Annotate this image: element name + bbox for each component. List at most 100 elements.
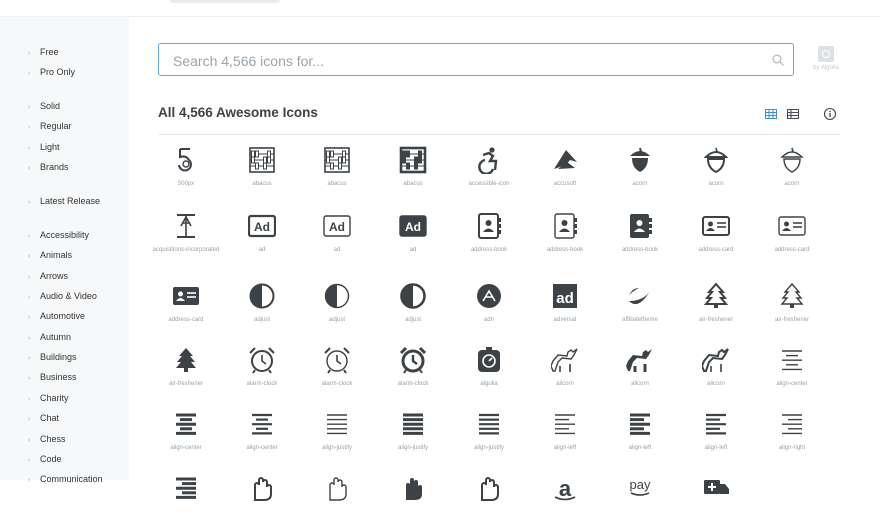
icon-tile[interactable]: affiliatetheme: [602, 274, 678, 340]
sidebar-item[interactable]: › Pro Only: [28, 67, 75, 83]
icon-tile[interactable]: a: [527, 466, 603, 532]
icon-tile[interactable]: align-justify: [451, 402, 527, 468]
icon-tile[interactable]: address-card: [754, 204, 830, 270]
sidebar-item[interactable]: › Brands: [28, 162, 69, 178]
icon-tile[interactable]: address-card: [678, 204, 754, 270]
icon-tile[interactable]: align-justify: [375, 402, 451, 468]
sidebar-item[interactable]: › Arrows: [28, 271, 68, 287]
icon-tile[interactable]: adjust: [299, 274, 375, 340]
adversal-icon: ad: [553, 284, 577, 308]
icon-tile[interactable]: align-center: [148, 402, 224, 468]
icon-search-box[interactable]: [158, 43, 794, 76]
icon-tile[interactable]: align-left: [678, 402, 754, 468]
icon-tile[interactable]: [224, 466, 300, 532]
icon-tile[interactable]: address-book: [451, 204, 527, 270]
icon-tile[interactable]: acorn: [678, 138, 754, 204]
chevron-right-icon: ›: [28, 437, 31, 444]
sidebar-item[interactable]: › Autumn: [28, 332, 71, 348]
info-icon[interactable]: [823, 107, 837, 121]
icon-tile[interactable]: pay: [602, 466, 678, 532]
icon-tile[interactable]: accusoft: [527, 138, 603, 204]
icon-name: address-card: [168, 317, 204, 323]
chevron-right-icon: ›: [28, 50, 31, 57]
icon-tile[interactable]: align-justify: [299, 402, 375, 468]
icon-tile[interactable]: align-left: [602, 402, 678, 468]
sidebar-item[interactable]: › Latest Release: [28, 196, 100, 212]
icon-tile[interactable]: [451, 466, 527, 532]
chevron-right-icon: ›: [28, 233, 31, 240]
sidebar-item[interactable]: › Light: [28, 142, 60, 158]
icon-tile[interactable]: align-center: [224, 402, 300, 468]
sidebar-item[interactable]: › Charity: [28, 393, 69, 409]
sidebar-item[interactable]: › Animals: [28, 250, 72, 266]
icon-tile[interactable]: Ad ad: [375, 204, 451, 270]
icon-tile[interactable]: accessible-icon: [451, 138, 527, 204]
icon-tile[interactable]: Ad ad: [299, 204, 375, 270]
icon-tile[interactable]: 500px: [148, 138, 224, 204]
icon-tile[interactable]: acorn: [602, 138, 678, 204]
icon-tile[interactable]: adn: [451, 274, 527, 340]
icon-tile[interactable]: air-freshener: [678, 274, 754, 340]
sidebar-item[interactable]: › Chat: [28, 413, 59, 429]
icon-tile[interactable]: alicorn: [678, 338, 754, 404]
icon-tile[interactable]: [148, 466, 224, 532]
list-view-icon[interactable]: [786, 107, 800, 121]
sidebar-item-label: Business: [40, 372, 77, 382]
icon-tile[interactable]: align-center: [754, 338, 830, 404]
sidebar-item[interactable]: › Free: [28, 47, 59, 63]
grid-view-icon[interactable]: [764, 107, 778, 121]
icon-tile[interactable]: alarm-clock: [375, 338, 451, 404]
icon-tile[interactable]: acquisitions-incorporated: [148, 204, 224, 270]
icon-tile[interactable]: alarm-clock: [224, 338, 300, 404]
top-bar-tab[interactable]: [170, 0, 280, 3]
icon-tile[interactable]: abacus: [375, 138, 451, 204]
align-justify-icon: [403, 413, 423, 435]
icon-tile[interactable]: algolia: [451, 338, 527, 404]
icon-tile[interactable]: air-freshener: [148, 338, 224, 404]
chevron-right-icon: ›: [28, 396, 31, 403]
icon-name: address-book: [621, 247, 659, 253]
icon-name: ad: [258, 247, 266, 253]
icon-tile[interactable]: alarm-clock: [299, 338, 375, 404]
icon-tile[interactable]: [678, 466, 754, 532]
sidebar-item[interactable]: › Buildings: [28, 352, 77, 368]
sidebar-item[interactable]: › Accessibility: [28, 230, 89, 246]
sidebar-item[interactable]: › Chess: [28, 434, 66, 450]
icon-tile[interactable]: ad adversal: [527, 274, 603, 340]
chevron-right-icon: ›: [28, 274, 31, 281]
sidebar-item[interactable]: › Code: [28, 454, 62, 470]
sidebar-item[interactable]: › Regular: [28, 121, 72, 137]
icon-tile[interactable]: abacus: [224, 138, 300, 204]
sidebar-item-label: Pro Only: [40, 67, 76, 77]
sidebar-item[interactable]: › Communication: [28, 474, 103, 490]
ambulance-icon: [704, 480, 729, 494]
icon-tile[interactable]: address-book: [527, 204, 603, 270]
chevron-right-icon: ›: [28, 145, 31, 152]
icon-tile[interactable]: address-card: [148, 274, 224, 340]
icon-tile[interactable]: alicorn: [527, 338, 603, 404]
search-by-algolia-badge[interactable]: by Algolia: [810, 46, 842, 76]
sidebar-item-label: Buildings: [40, 352, 77, 362]
icon-tile[interactable]: abacus: [299, 138, 375, 204]
icon-tile[interactable]: acorn: [754, 138, 830, 204]
icon-tile[interactable]: air-freshener: [754, 274, 830, 340]
icon-tile[interactable]: alicorn: [602, 338, 678, 404]
sidebar-item[interactable]: › Audio & Video: [28, 291, 97, 307]
sidebar-item[interactable]: › Automotive: [28, 311, 85, 327]
icon-name: accusoft: [553, 181, 577, 187]
icon-tile[interactable]: [299, 466, 375, 532]
icon-tile[interactable]: adjust: [375, 274, 451, 340]
adn-icon: [477, 284, 501, 308]
icon-tile[interactable]: [375, 466, 451, 532]
icon-tile[interactable]: Ad ad: [224, 204, 300, 270]
icon-name: acorn: [632, 181, 648, 187]
chevron-right-icon: ›: [28, 416, 31, 423]
sidebar-item[interactable]: › Business: [28, 372, 77, 388]
sidebar-item[interactable]: › Solid: [28, 101, 60, 117]
icon-tile[interactable]: adjust: [224, 274, 300, 340]
search-icon[interactable]: [772, 53, 784, 71]
icon-tile[interactable]: align-left: [527, 402, 603, 468]
icon-tile[interactable]: address-book: [602, 204, 678, 270]
search-input[interactable]: [171, 50, 755, 72]
icon-tile[interactable]: align-right: [754, 402, 830, 468]
